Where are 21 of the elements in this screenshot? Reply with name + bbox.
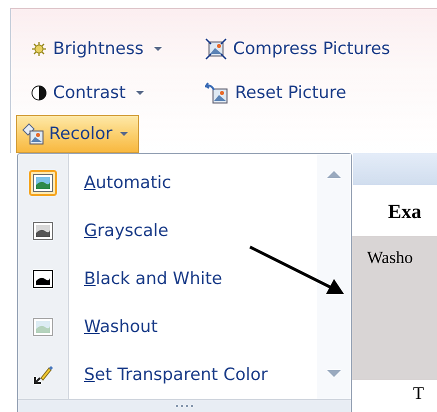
body-text: T [413, 384, 425, 402]
toolbar-button[interactable]: Brightness [31, 39, 205, 59]
toolbar-button[interactable]: Compress Pictures [205, 38, 390, 60]
toolbar-button[interactable]: Reset Picture [205, 82, 346, 104]
menu-item[interactable]: Grayscale [18, 207, 317, 255]
scroll-up-arrow[interactable] [327, 171, 341, 178]
recolor-button[interactable]: Recolor [16, 115, 140, 153]
toolbar-button[interactable]: Contrast [31, 83, 205, 103]
contrast-icon [31, 85, 47, 101]
sun-icon [31, 41, 47, 57]
resize-grip-icon[interactable] [176, 405, 194, 408]
menu-item[interactable]: Black and White [18, 255, 317, 303]
recolor-icon [21, 123, 45, 145]
menu-item[interactable]: Washout [18, 303, 317, 351]
compress-icon [205, 38, 227, 60]
menu-item[interactable]: Set Transparent Color [18, 351, 317, 399]
menu-item[interactable]: Automatic [18, 159, 317, 207]
document-heading: Exa [388, 201, 422, 224]
reset-picture-icon [205, 82, 229, 104]
scroll-down-arrow[interactable] [327, 370, 341, 377]
callout-text: Washo [367, 248, 413, 267]
